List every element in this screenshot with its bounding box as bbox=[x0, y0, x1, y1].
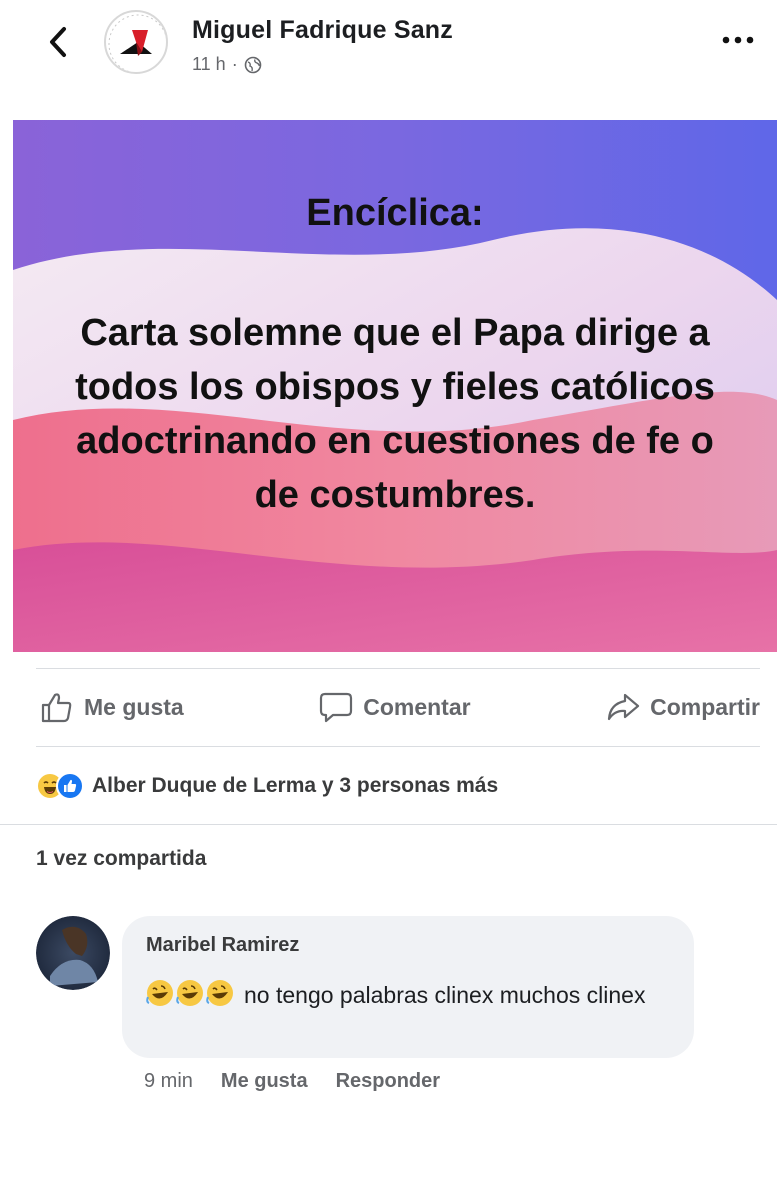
commenter-photo bbox=[36, 916, 110, 990]
post-image-text: Encíclica: Carta solemne que el Papa dir… bbox=[13, 120, 777, 652]
logo-icon bbox=[108, 14, 166, 72]
rofl-emoji-icon bbox=[146, 980, 173, 1006]
rofl-emoji-icons bbox=[144, 978, 244, 1008]
divider-middle bbox=[36, 746, 760, 747]
action-bar: Me gusta Comentar Compartir bbox=[40, 668, 760, 746]
commenter-name[interactable]: Maribel Ramirez bbox=[146, 934, 299, 957]
comment-like-button[interactable]: Me gusta bbox=[221, 1070, 308, 1093]
comment-footer: 9 min Me gusta Responder bbox=[144, 1070, 440, 1093]
rofl-emoji-icon bbox=[176, 980, 203, 1006]
comment-bubble[interactable]: Maribel Ramirez no tengo palabras clinex… bbox=[122, 916, 694, 1058]
reactions-text: Alber Duque de Lerma y 3 personas más bbox=[92, 774, 499, 797]
back-button[interactable] bbox=[38, 22, 78, 62]
share-label: Compartir bbox=[650, 693, 760, 720]
thumbs-up-icon bbox=[41, 693, 72, 723]
rofl-emoji-icon bbox=[206, 980, 233, 1006]
post-time[interactable]: 11 h bbox=[192, 54, 226, 75]
share-arrow-icon bbox=[607, 693, 640, 721]
more-options-button[interactable] bbox=[716, 22, 760, 58]
post-image-title: Encíclica: bbox=[306, 192, 484, 234]
chevron-left-icon bbox=[50, 27, 66, 57]
comment-button[interactable]: Comentar bbox=[319, 691, 471, 723]
comment-reply-button[interactable]: Responder bbox=[336, 1070, 440, 1093]
comment-label: Comentar bbox=[363, 693, 471, 720]
comment-text-block: no tengo palabras clinex muchos clinex bbox=[144, 976, 674, 1014]
post-image-body: Carta solemne que el Papa dirige a todos… bbox=[75, 312, 715, 516]
divider-bottom bbox=[0, 824, 777, 825]
post-image[interactable]: Encíclica: Carta solemne que el Papa dir… bbox=[13, 120, 777, 652]
comment-time[interactable]: 9 min bbox=[144, 1070, 193, 1093]
post-header: Miguel Fadrique Sanz 11 h · bbox=[0, 0, 777, 100]
globe-icon bbox=[244, 56, 262, 73]
more-dots-icon bbox=[722, 36, 754, 44]
comment-icon bbox=[320, 692, 353, 723]
reaction-icons bbox=[36, 772, 84, 800]
post-meta: 11 h · bbox=[192, 54, 262, 75]
commenter-avatar[interactable] bbox=[36, 916, 110, 990]
like-reaction-icon bbox=[56, 772, 84, 800]
share-button[interactable]: Compartir bbox=[606, 692, 760, 722]
meta-separator: · bbox=[231, 54, 238, 74]
shares-count[interactable]: 1 vez compartida bbox=[36, 847, 206, 871]
reactions-summary[interactable]: Alber Duque de Lerma y 3 personas más bbox=[36, 764, 498, 808]
author-avatar[interactable] bbox=[104, 10, 168, 74]
author-name[interactable]: Miguel Fadrique Sanz bbox=[192, 16, 453, 45]
like-button[interactable]: Me gusta bbox=[40, 691, 184, 723]
comment-text: no tengo palabras clinex muchos clinex bbox=[244, 982, 646, 1008]
like-label: Me gusta bbox=[84, 693, 184, 720]
